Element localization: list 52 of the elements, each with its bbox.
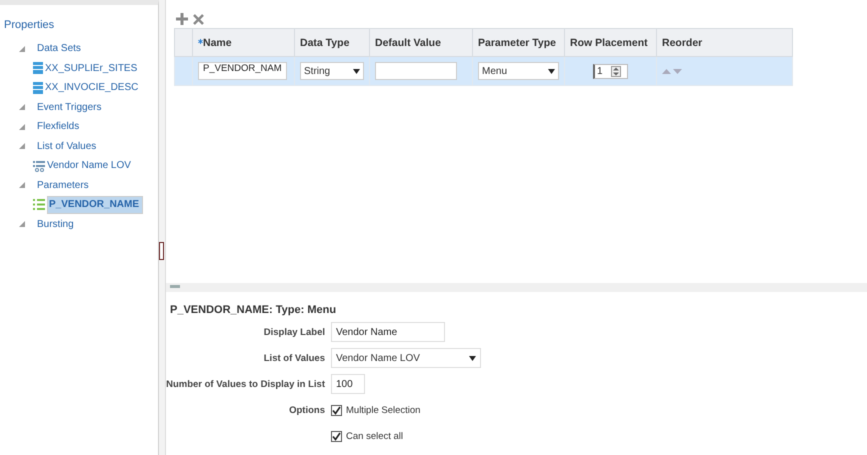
collapse-handle[interactable]	[170, 285, 180, 288]
display-label-field[interactable]: Vendor Name	[331, 322, 445, 342]
field-label: Display Label	[264, 326, 325, 338]
checkbox[interactable]	[331, 430, 342, 442]
values-count-field[interactable]: 100	[331, 374, 365, 394]
splitter-handle[interactable]	[159, 242, 164, 260]
field-label: Options	[289, 404, 325, 416]
column-header: Default Value	[370, 28, 472, 56]
add-icon[interactable]	[176, 13, 188, 25]
delete-icon[interactable]	[193, 14, 204, 24]
detail-title: P_VENDOR_NAME: Type: Menu	[170, 304, 338, 316]
database-icon	[33, 62, 43, 74]
list-icon	[33, 199, 45, 210]
parameter-type-dropdown[interactable]: Menu	[478, 62, 559, 80]
data-type-dropdown[interactable]: String	[300, 62, 364, 80]
dropdown-caret-icon	[353, 68, 360, 74]
list-icon	[33, 160, 45, 172]
column-header: Name	[192, 28, 294, 56]
checkbox[interactable]	[331, 404, 342, 416]
checkbox-label: Multiple Selection	[346, 404, 420, 416]
default-value-field[interactable]	[375, 62, 457, 80]
tree-item[interactable]: Vendor Name LOV	[47, 160, 131, 172]
tree-item[interactable]: XX_INVOCIE_DESC	[45, 82, 138, 94]
expand-icon[interactable]	[19, 104, 25, 110]
name-field[interactable]: P_VENDOR_NAM	[198, 62, 287, 80]
expand-icon[interactable]	[19, 182, 25, 188]
column-header: Row Placement	[564, 28, 656, 56]
tree-item[interactable]: Bursting	[37, 218, 74, 230]
tree-item[interactable]: P_VENDOR_NAME	[47, 196, 144, 214]
expand-icon[interactable]	[19, 143, 25, 150]
tree-root[interactable]: Properties	[0, 19, 158, 39]
tree-item[interactable]: Data Sets	[37, 43, 81, 54]
dropdown-caret-icon	[548, 68, 555, 74]
tree-item[interactable]: List of Values	[37, 140, 96, 152]
column-header: Parameter Type	[472, 28, 564, 56]
checkbox-label: Can select all	[346, 430, 404, 442]
column-header: Data Type	[294, 28, 370, 56]
tree-item[interactable]: XX_SUPLIEr_SITES	[45, 62, 138, 74]
tree-item[interactable]: Parameters	[37, 180, 89, 191]
database-icon	[33, 82, 43, 94]
field-label: Number of Values to Display in List	[166, 378, 325, 390]
column-header: Reorder	[656, 28, 792, 56]
expand-icon[interactable]	[19, 221, 25, 228]
field-label: List of Values	[264, 352, 325, 364]
dropdown-caret-icon	[469, 356, 476, 360]
tree-item[interactable]: Flexfields	[37, 121, 80, 132]
expand-icon[interactable]	[19, 124, 25, 130]
tree-item[interactable]: Event Triggers	[37, 102, 102, 113]
row-placement-spinner[interactable]: 1	[593, 64, 628, 78]
reorder-icon[interactable]	[662, 68, 682, 74]
expand-icon[interactable]	[19, 46, 25, 52]
list-of-values-dropdown[interactable]: Vendor Name LOV	[331, 348, 481, 368]
